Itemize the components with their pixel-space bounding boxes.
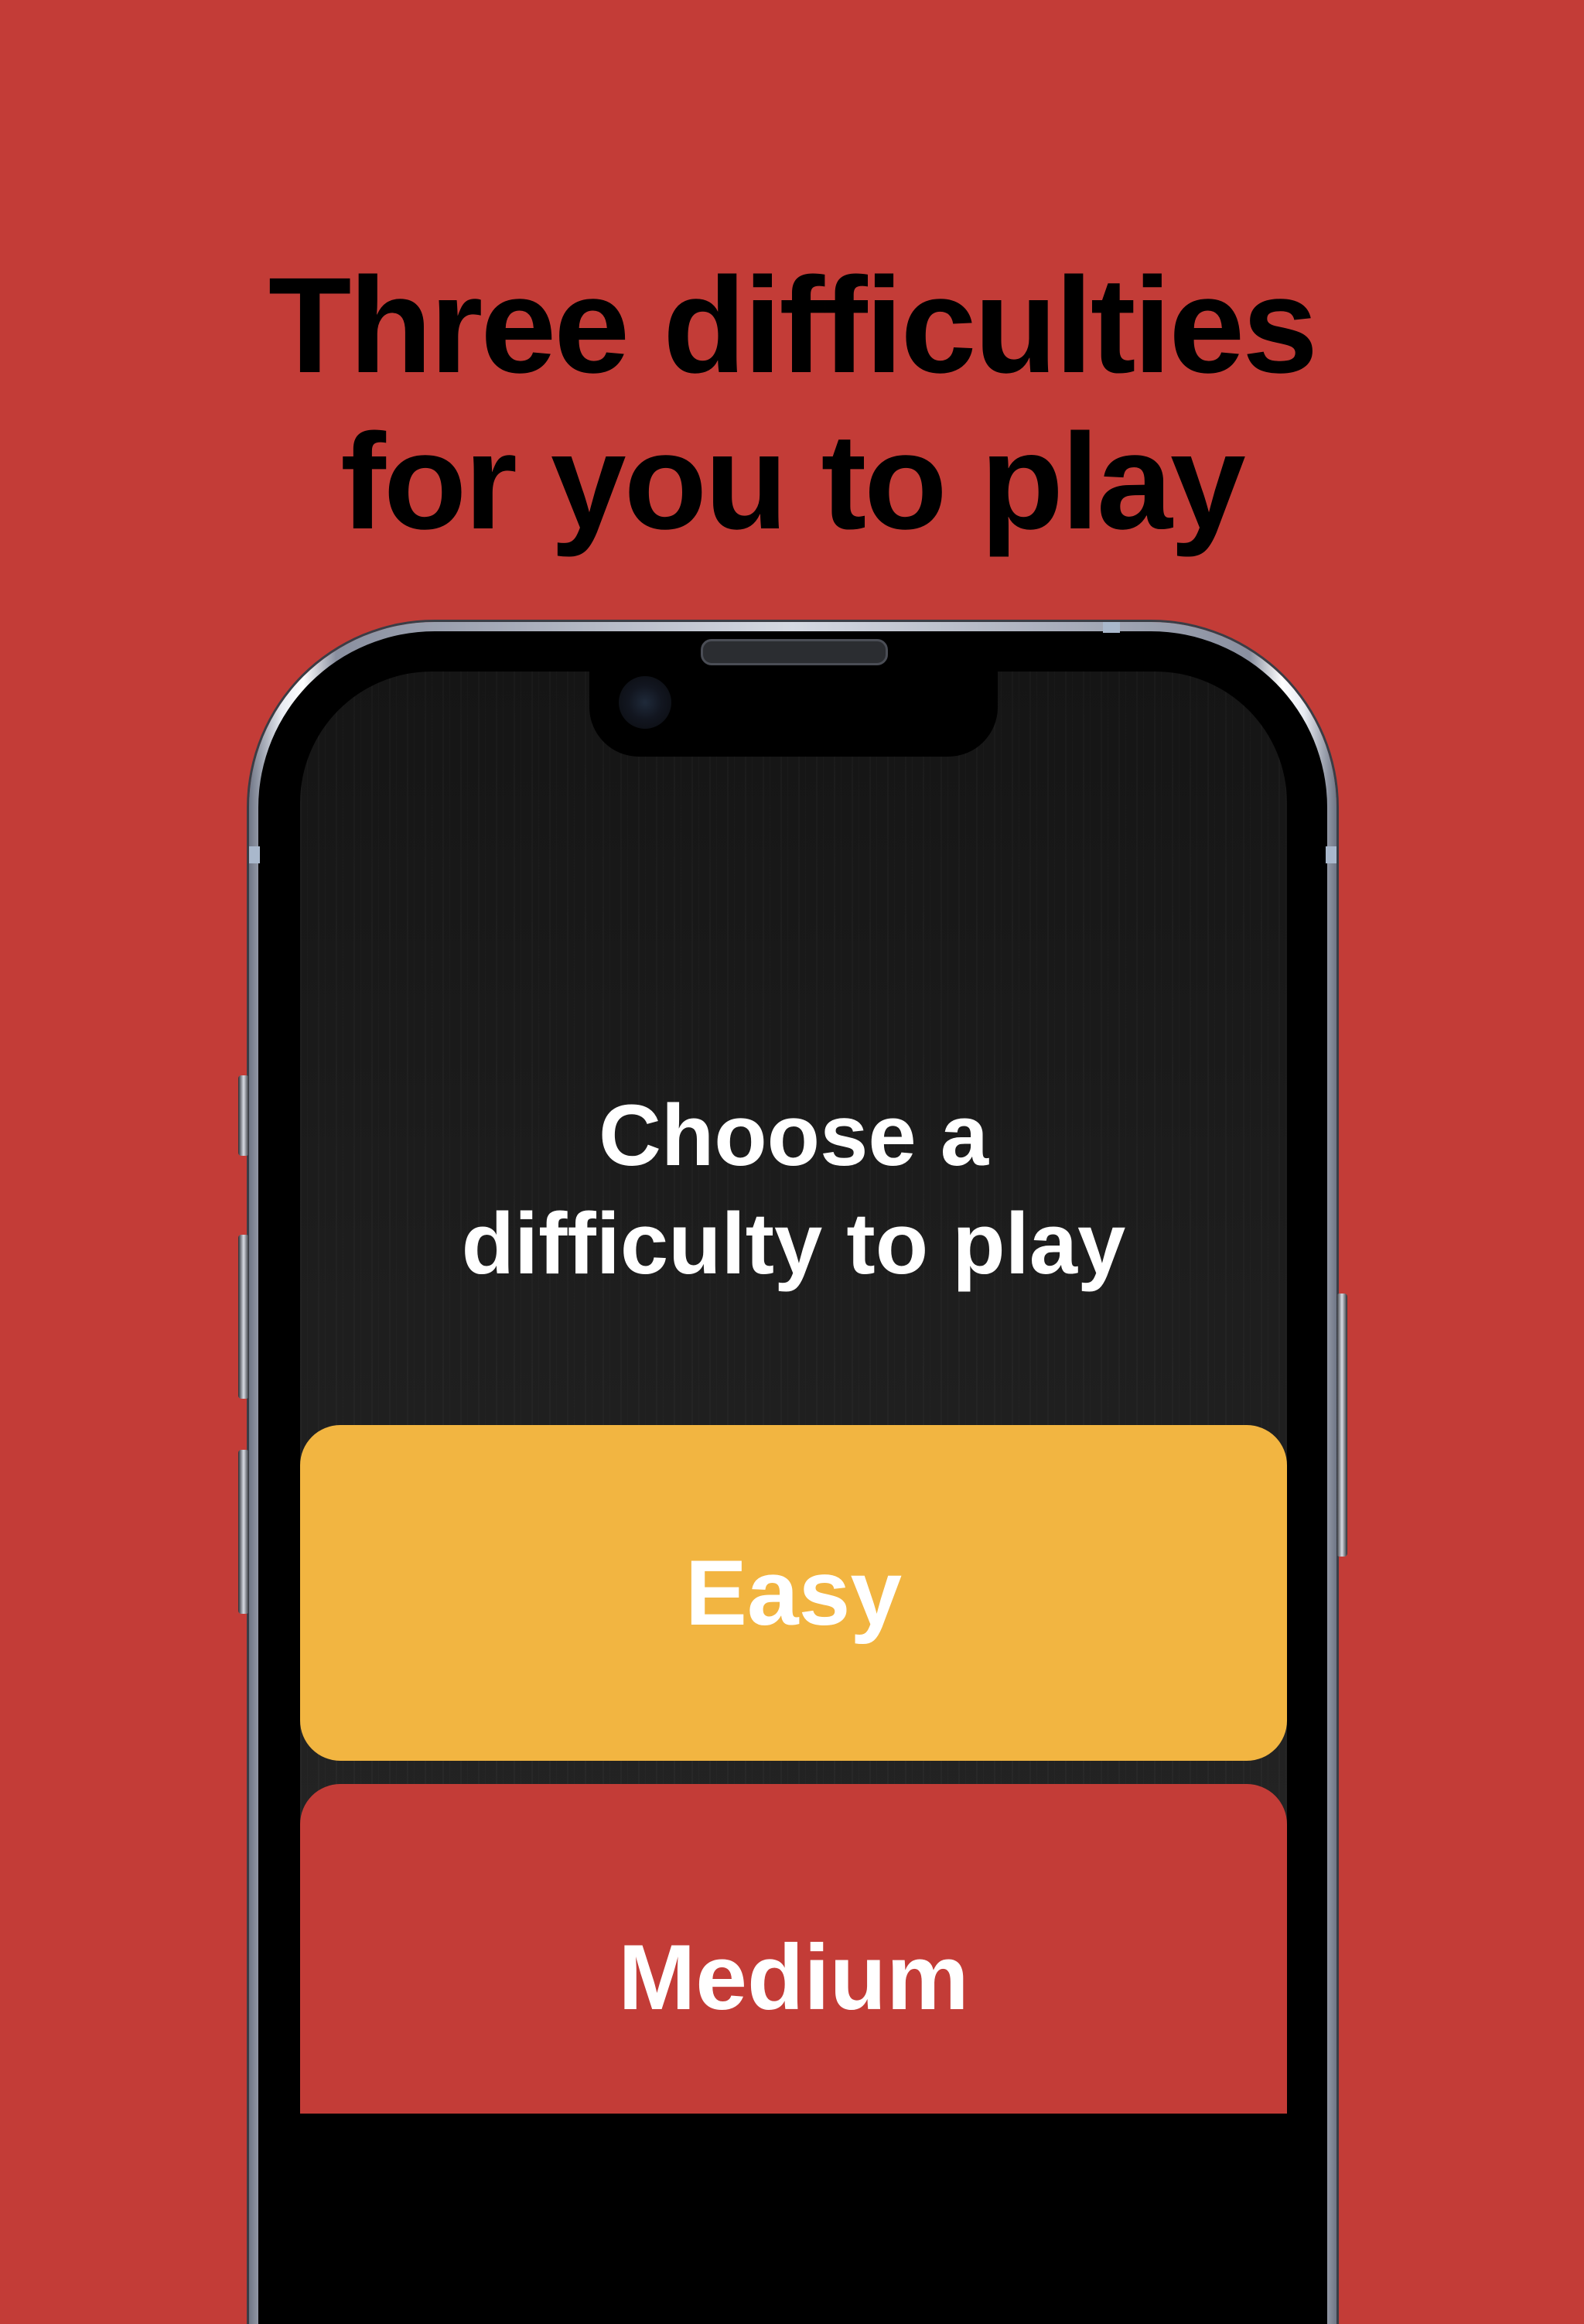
- game-screen: Choose a difficulty to play Easy Medium: [300, 672, 1287, 2114]
- promo-headline: Three difficulties for you to play: [0, 248, 1584, 560]
- difficulty-prompt: Choose a difficulty to play: [300, 1082, 1287, 1298]
- easy-button[interactable]: Easy: [300, 1425, 1287, 1761]
- medium-button[interactable]: Medium: [300, 1784, 1287, 2114]
- volume-up-button[interactable]: [238, 1235, 249, 1399]
- headline-line-2: for you to play: [340, 406, 1246, 558]
- medium-button-label: Medium: [618, 1926, 969, 2029]
- earpiece-speaker: [701, 639, 888, 665]
- prompt-line-1: Choose a: [598, 1087, 989, 1184]
- action-button[interactable]: [238, 1075, 249, 1156]
- prompt-line-2: difficulty to play: [461, 1195, 1126, 1292]
- antenna-band-top: [1103, 622, 1120, 633]
- antenna-band-right: [1326, 846, 1336, 863]
- power-button[interactable]: [1336, 1294, 1347, 1557]
- volume-down-button[interactable]: [238, 1450, 249, 1614]
- headline-line-1: Three difficulties: [268, 250, 1318, 402]
- front-camera-icon: [619, 676, 671, 729]
- antenna-band-left: [249, 846, 260, 863]
- easy-button-label: Easy: [684, 1541, 903, 1645]
